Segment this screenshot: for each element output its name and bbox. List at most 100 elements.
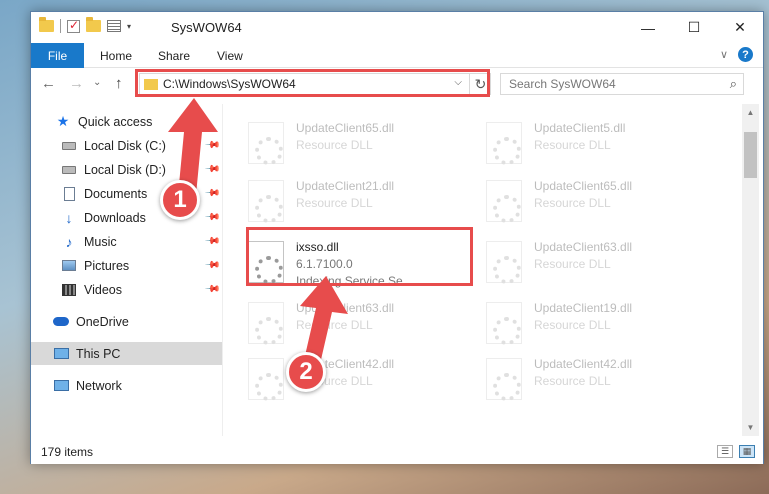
sidebar-item-label: Pictures: [84, 258, 130, 273]
recent-locations-button[interactable]: ⌄: [93, 77, 101, 88]
sidebar-item-label: Documents: [84, 186, 148, 201]
file-name: UpdateClient63.dll: [296, 301, 395, 315]
file-item[interactable]: UpdateClient19.dll Resource DLL: [486, 298, 706, 350]
sidebar-item-label: Local Disk (C:): [84, 138, 166, 153]
dll-file-icon: [486, 122, 522, 165]
pin-icon: 📌: [203, 137, 221, 154]
tab-file[interactable]: File: [31, 43, 84, 68]
customize-toolbar-icon[interactable]: [107, 20, 121, 32]
dll-file-icon: [248, 180, 284, 223]
sidebar-item-pictures[interactable]: Pictures 📌: [31, 254, 222, 277]
file-name: UpdateClient65.dll: [296, 121, 395, 135]
up-button[interactable]: ↑: [115, 75, 123, 92]
pin-icon: 📌: [203, 185, 221, 202]
sidebar-item-label: Music: [84, 234, 117, 249]
sidebar-item-network[interactable]: Network: [31, 374, 222, 397]
file-item[interactable]: UpdateClient42.dll Resource DLL: [248, 354, 468, 406]
scrollbar-thumb[interactable]: [744, 132, 757, 178]
sidebar-item-videos[interactable]: Videos 📌: [31, 278, 222, 301]
details-view-icon[interactable]: ☰: [717, 445, 733, 458]
forward-button[interactable]: →: [69, 75, 84, 92]
videos-icon: [61, 283, 77, 297]
pin-icon: 📌: [203, 161, 221, 178]
dll-file-icon: [248, 358, 284, 401]
pin-icon: 📌: [203, 257, 221, 274]
step-2-badge: 2: [286, 352, 326, 392]
pin-icon: 📌: [203, 281, 221, 298]
search-box[interactable]: ⌕: [500, 73, 744, 95]
file-name: UpdateClient21.dll: [296, 179, 395, 193]
scroll-up-icon[interactable]: ▲: [742, 104, 759, 121]
folder-icon: [39, 17, 54, 32]
new-folder-icon[interactable]: [86, 17, 101, 32]
file-item[interactable]: UpdateClient65.dll Resource DLL: [486, 176, 706, 228]
pin-icon: 📌: [203, 209, 221, 226]
file-item[interactable]: UpdateClient65.dll Resource DLL: [248, 118, 468, 170]
dll-file-icon: [248, 302, 284, 345]
back-button[interactable]: ←: [41, 75, 56, 92]
pin-icon: 📌: [203, 233, 221, 250]
sidebar-item-local-disk-c[interactable]: Local Disk (C:) 📌: [31, 134, 222, 157]
file-item[interactable]: UpdateClient21.dll Resource DLL: [248, 176, 468, 228]
file-name: UpdateClient5.dll: [534, 121, 626, 135]
documents-icon: [61, 186, 77, 201]
network-icon: [53, 379, 69, 393]
file-name: UpdateClient63.dll: [534, 240, 633, 254]
sidebar-item-local-disk-d[interactable]: Local Disk (D:) 📌: [31, 158, 222, 181]
title-bar: ▾ SysWOW64 — ☐ ✕: [31, 12, 763, 43]
sidebar-item-label: Quick access: [78, 114, 153, 129]
drive-icon: [61, 163, 77, 177]
this-pc-icon: [53, 347, 69, 361]
sidebar-item-label: Downloads: [84, 210, 146, 225]
sidebar-item-label: Network: [76, 378, 122, 393]
onedrive-icon: [53, 315, 69, 329]
minimize-button[interactable]: —: [625, 12, 671, 43]
file-type: Resource DLL: [296, 196, 373, 210]
sidebar-item-this-pc[interactable]: This PC: [31, 342, 222, 365]
file-type: Resource DLL: [534, 318, 611, 332]
file-item[interactable]: UpdateClient5.dll Resource DLL: [486, 118, 706, 170]
tab-home[interactable]: Home: [100, 49, 132, 63]
search-icon[interactable]: ⌕: [730, 76, 737, 92]
navigation-pane: ★ Quick access Local Disk (C:) 📌 Local D…: [31, 104, 223, 436]
sidebar-item-label: Local Disk (D:): [84, 162, 166, 177]
file-item[interactable]: UpdateClient63.dll Resource DLL: [248, 298, 468, 350]
expand-ribbon-icon[interactable]: ∨: [720, 48, 728, 61]
pictures-icon: [61, 259, 77, 273]
close-button[interactable]: ✕: [717, 12, 763, 43]
downloads-icon: ↓: [65, 209, 73, 226]
dll-file-icon: [248, 122, 284, 165]
file-name: UpdateClient42.dll: [534, 357, 633, 371]
step-1-badge: 1: [160, 180, 200, 220]
file-highlight: [246, 227, 473, 286]
dll-file-icon: [486, 302, 522, 345]
vertical-scrollbar[interactable]: ▲ ▼: [742, 104, 759, 436]
sidebar-item-onedrive[interactable]: OneDrive: [31, 310, 222, 333]
file-type: Resource DLL: [296, 318, 373, 332]
help-icon[interactable]: ?: [738, 47, 753, 62]
chevron-down-icon[interactable]: ▾: [127, 22, 131, 31]
sidebar-item-quick-access[interactable]: ★ Quick access: [31, 110, 222, 133]
tab-view[interactable]: View: [217, 49, 243, 63]
file-type: Resource DLL: [534, 374, 611, 388]
address-bar-highlight: [135, 69, 490, 97]
search-input[interactable]: [501, 74, 701, 94]
scroll-down-icon[interactable]: ▼: [742, 419, 759, 436]
dll-file-icon: [486, 180, 522, 223]
drive-icon: [61, 139, 77, 153]
maximize-button[interactable]: ☐: [671, 12, 717, 43]
properties-check-icon[interactable]: [67, 18, 80, 33]
large-icons-view-icon[interactable]: ▦: [739, 445, 755, 458]
dll-file-icon: [486, 358, 522, 401]
file-item[interactable]: UpdateClient63.dll Resource DLL: [486, 237, 706, 289]
dll-file-icon: [486, 241, 522, 284]
sidebar-item-music[interactable]: ♪ Music 📌: [31, 230, 222, 253]
status-bar: 179 items ☰ ▦: [31, 440, 763, 464]
quick-access-toolbar: ▾: [39, 17, 131, 33]
file-item[interactable]: UpdateClient42.dll Resource DLL: [486, 354, 706, 406]
sidebar-item-label: This PC: [76, 346, 121, 361]
window-title: SysWOW64: [171, 20, 242, 35]
sidebar-item-label: Videos: [84, 282, 122, 297]
tab-share[interactable]: Share: [158, 49, 190, 63]
item-count: 179 items: [41, 445, 94, 459]
